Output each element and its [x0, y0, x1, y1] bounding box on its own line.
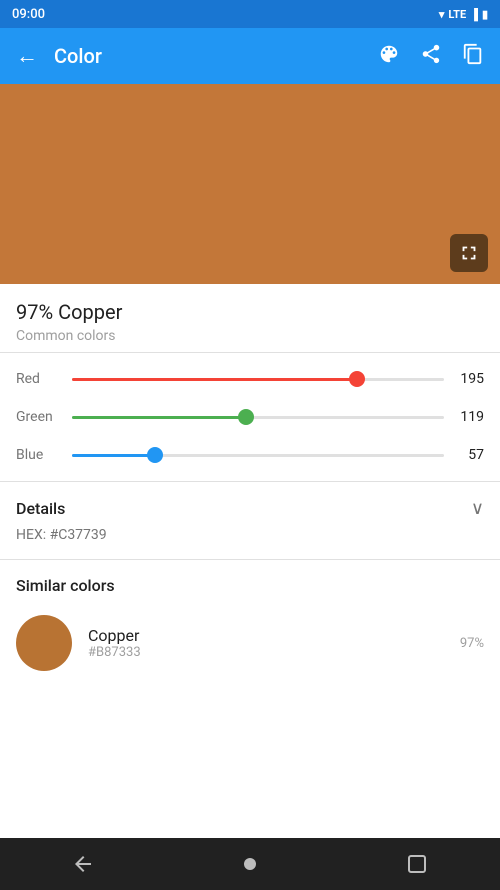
fullscreen-icon [458, 242, 480, 264]
wifi-icon: ▾ [439, 8, 445, 21]
back-nav-icon [71, 852, 95, 876]
common-colors-label: Common colors [16, 328, 484, 344]
battery-icon: ▮ [482, 8, 488, 21]
similar-percent-copper: 97% [460, 636, 484, 651]
main-content: 97% Copper Common colors Red 195 Green [0, 284, 500, 838]
app-bar: ← Color [0, 28, 500, 84]
green-slider-container[interactable] [72, 407, 444, 427]
status-icons: ▾ LTE ▐ ▮ [439, 8, 488, 21]
chevron-down-icon: ∨ [471, 498, 484, 519]
nav-back-button[interactable] [63, 844, 103, 884]
color-name-label: 97% Copper [16, 300, 484, 324]
red-label: Red [16, 371, 64, 387]
similar-swatch-copper [16, 615, 72, 671]
blue-fill [72, 454, 155, 457]
status-bar: 09:00 ▾ LTE ▐ ▮ [0, 0, 500, 28]
green-fill [72, 416, 246, 419]
details-header[interactable]: Details ∨ [16, 498, 484, 519]
back-button[interactable]: ← [16, 43, 38, 69]
blue-slider-row: Blue 57 [16, 445, 484, 465]
fullscreen-button[interactable] [450, 234, 488, 272]
red-value: 195 [452, 371, 484, 387]
red-thumb [349, 371, 365, 387]
bottom-nav [0, 838, 500, 890]
green-slider-row: Green 119 [16, 407, 484, 427]
share-icon[interactable] [420, 43, 442, 70]
green-value: 119 [452, 409, 484, 425]
blue-slider-container[interactable] [72, 445, 444, 465]
red-track [72, 378, 444, 381]
similar-item-copper[interactable]: Copper #B87333 97% [16, 607, 484, 679]
similar-colors-section: Similar colors Copper #B87333 97% [0, 560, 500, 687]
green-track [72, 416, 444, 419]
color-name-section: 97% Copper Common colors [0, 284, 500, 352]
blue-track [72, 454, 444, 457]
nav-home-button[interactable] [230, 844, 270, 884]
palette-icon[interactable] [378, 43, 400, 70]
signal-icon: ▐ [470, 8, 478, 21]
red-fill [72, 378, 357, 381]
similar-name-copper: Copper [88, 626, 444, 645]
similar-info-copper: Copper #B87333 [88, 626, 444, 660]
recent-nav-icon [405, 852, 429, 876]
sliders-section: Red 195 Green 119 Blue [0, 353, 500, 481]
details-hex: HEX: #C37739 [16, 527, 484, 543]
blue-value: 57 [452, 447, 484, 463]
green-label: Green [16, 409, 64, 425]
red-slider-container[interactable] [72, 369, 444, 389]
app-bar-title: Color [54, 44, 378, 68]
color-preview [0, 84, 500, 284]
blue-label: Blue [16, 447, 64, 463]
lte-label: LTE [448, 8, 466, 21]
copy-icon[interactable] [462, 43, 484, 70]
home-nav-icon [238, 852, 262, 876]
status-time: 09:00 [12, 7, 45, 22]
similar-hex-copper: #B87333 [88, 645, 444, 660]
red-slider-row: Red 195 [16, 369, 484, 389]
details-section: Details ∨ HEX: #C37739 [0, 482, 500, 559]
nav-recent-button[interactable] [397, 844, 437, 884]
green-thumb [238, 409, 254, 425]
details-title: Details [16, 499, 65, 518]
similar-colors-title: Similar colors [16, 576, 484, 595]
blue-thumb [147, 447, 163, 463]
app-bar-actions [378, 43, 484, 70]
